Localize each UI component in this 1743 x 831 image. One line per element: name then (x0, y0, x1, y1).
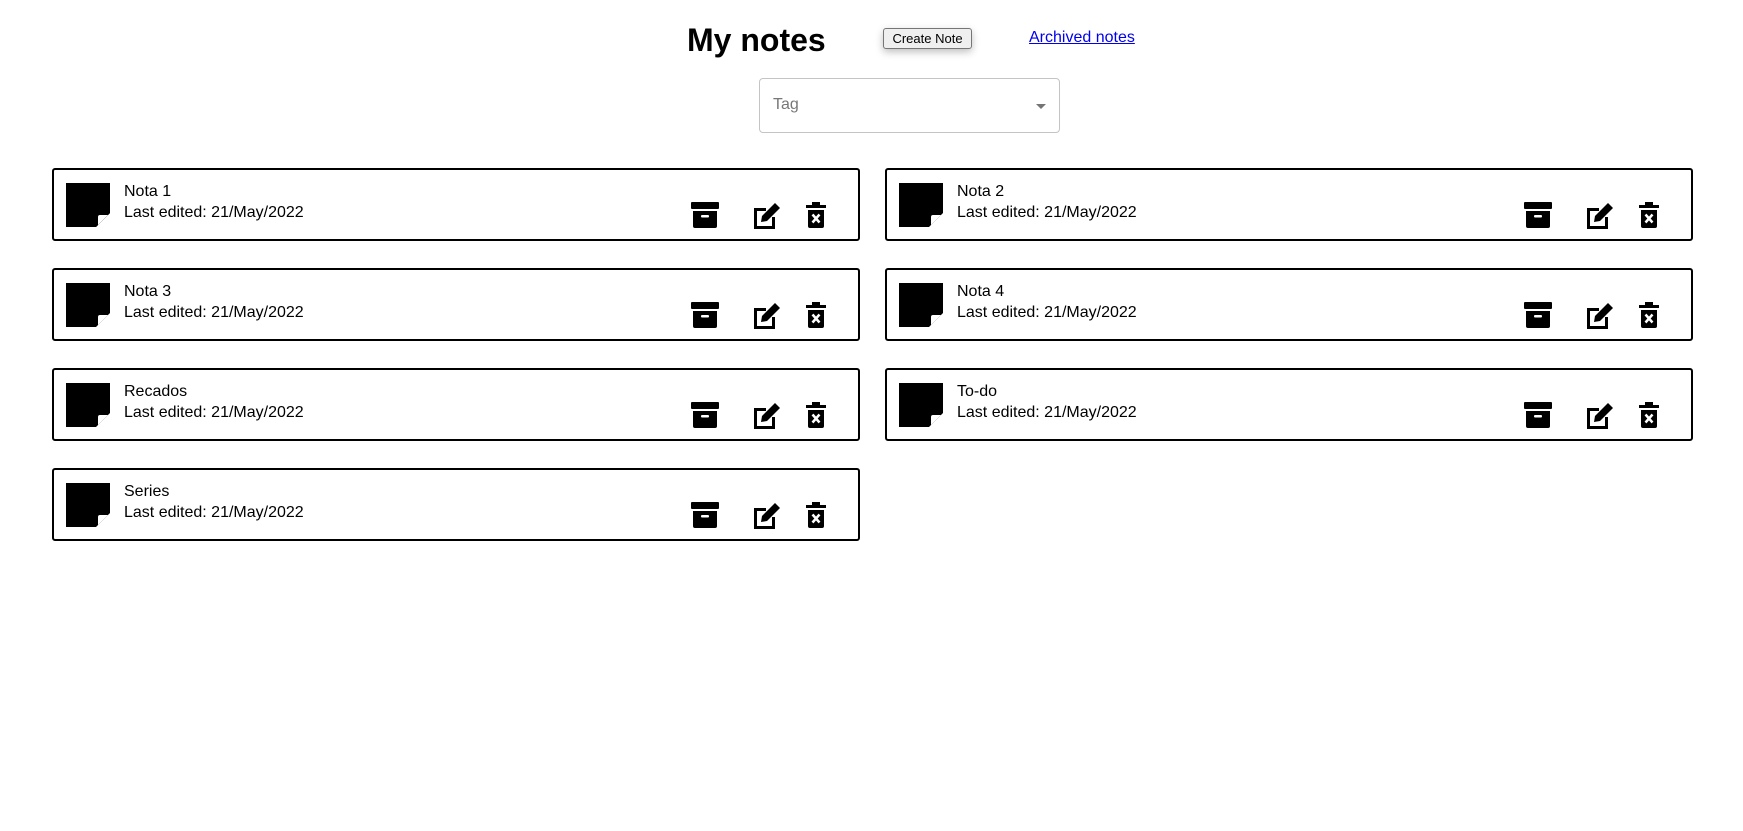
sticky-note-icon (66, 483, 110, 527)
edit-icon[interactable] (1584, 402, 1614, 430)
trash-icon[interactable] (1639, 202, 1659, 228)
note-card: Nota 2 Last edited: 21/May/2022 (885, 168, 1693, 241)
note-last-edited: Last edited: 21/May/2022 (124, 304, 304, 321)
archive-icon[interactable] (1524, 302, 1552, 328)
archive-icon[interactable] (691, 402, 719, 428)
tag-placeholder: Tag (773, 96, 799, 113)
trash-icon[interactable] (1639, 402, 1659, 428)
edit-icon[interactable] (751, 302, 781, 330)
note-title[interactable]: Nota 2 (957, 182, 1004, 202)
trash-icon[interactable] (806, 302, 826, 328)
note-last-edited: Last edited: 21/May/2022 (957, 404, 1137, 421)
edit-icon[interactable] (1584, 202, 1614, 230)
note-title[interactable]: Recados (124, 382, 187, 402)
edit-icon[interactable] (1584, 302, 1614, 330)
notes-grid: Nota 1 Last edited: 21/May/2022 Nota 2 L… (52, 168, 1693, 541)
edit-icon[interactable] (751, 502, 781, 530)
sticky-note-icon (899, 383, 943, 427)
note-title[interactable]: Nota 1 (124, 182, 171, 202)
note-last-edited: Last edited: 21/May/2022 (124, 404, 304, 421)
archive-icon[interactable] (691, 202, 719, 228)
caret-down-icon (1036, 104, 1046, 109)
trash-icon[interactable] (806, 502, 826, 528)
archive-icon[interactable] (1524, 202, 1552, 228)
archive-icon[interactable] (691, 302, 719, 328)
trash-icon[interactable] (1639, 302, 1659, 328)
note-last-edited: Last edited: 21/May/2022 (957, 304, 1137, 321)
note-card: Series Last edited: 21/May/2022 (52, 468, 860, 541)
note-card: Nota 1 Last edited: 21/May/2022 (52, 168, 860, 241)
sticky-note-icon (66, 283, 110, 327)
archive-icon[interactable] (1524, 402, 1552, 428)
archive-icon[interactable] (691, 502, 719, 528)
note-card: Nota 3 Last edited: 21/May/2022 (52, 268, 860, 341)
sticky-note-icon (899, 183, 943, 227)
note-last-edited: Last edited: 21/May/2022 (124, 504, 304, 521)
note-title[interactable]: Nota 4 (957, 282, 1004, 302)
note-last-edited: Last edited: 21/May/2022 (124, 204, 304, 221)
create-note-button[interactable]: Create Note (883, 28, 972, 49)
sticky-note-icon (899, 283, 943, 327)
edit-icon[interactable] (751, 202, 781, 230)
sticky-note-icon (66, 183, 110, 227)
header: My notes Create Note Archived notes (0, 0, 1743, 80)
tag-select[interactable]: Tag (759, 78, 1060, 133)
note-title[interactable]: Nota 3 (124, 282, 171, 302)
trash-icon[interactable] (806, 402, 826, 428)
trash-icon[interactable] (806, 202, 826, 228)
note-card: Nota 4 Last edited: 21/May/2022 (885, 268, 1693, 341)
archived-notes-link[interactable]: Archived notes (1029, 29, 1135, 47)
note-title[interactable]: To-do (957, 382, 997, 402)
note-card: Recados Last edited: 21/May/2022 (52, 368, 860, 441)
edit-icon[interactable] (751, 402, 781, 430)
page-title: My notes (687, 22, 826, 58)
note-last-edited: Last edited: 21/May/2022 (957, 204, 1137, 221)
sticky-note-icon (66, 383, 110, 427)
note-card: To-do Last edited: 21/May/2022 (885, 368, 1693, 441)
note-title[interactable]: Series (124, 482, 169, 502)
